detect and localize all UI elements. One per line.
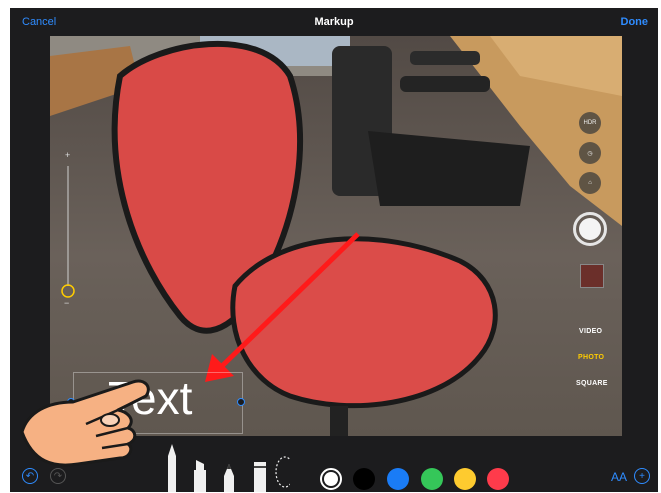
color-swatch-white[interactable] bbox=[320, 468, 342, 490]
add-icon[interactable]: + bbox=[634, 468, 650, 484]
color-swatch-blue[interactable] bbox=[387, 468, 409, 490]
color-swatch-red[interactable] bbox=[487, 468, 509, 490]
done-button[interactable]: Done bbox=[621, 16, 649, 28]
marker-icon[interactable] bbox=[194, 460, 206, 492]
zoom-plus[interactable]: + bbox=[65, 150, 70, 160]
pointing-hand-icon bbox=[20, 379, 150, 467]
zoom-minus[interactable]: − bbox=[64, 298, 69, 308]
pencil-icon[interactable] bbox=[224, 464, 234, 492]
pen-icon[interactable] bbox=[168, 444, 176, 492]
eraser-icon[interactable] bbox=[254, 462, 266, 492]
text-size-button[interactable]: AA bbox=[611, 470, 627, 484]
mode-photo[interactable]: PHOTO bbox=[578, 354, 604, 361]
color-swatch-yellow[interactable] bbox=[454, 468, 476, 490]
nav-bar: Cancel Markup Done bbox=[10, 8, 658, 36]
color-swatch-green[interactable] bbox=[421, 468, 443, 490]
mode-video[interactable]: VIDEO bbox=[579, 328, 602, 335]
hdr-button[interactable]: HDR bbox=[579, 112, 601, 134]
mode-square[interactable]: SQUARE bbox=[576, 380, 608, 387]
lasso-icon[interactable] bbox=[275, 456, 290, 488]
page-title: Markup bbox=[314, 16, 354, 28]
camera-switch-icon[interactable]: ⌂ bbox=[579, 172, 601, 194]
hdr-label: HDR bbox=[583, 120, 597, 126]
color-swatch-black[interactable] bbox=[353, 468, 375, 490]
timer-icon[interactable]: ◷ bbox=[579, 142, 601, 164]
drawing-tools bbox=[168, 444, 290, 492]
resize-handle-right[interactable] bbox=[237, 398, 245, 406]
last-photo-thumbnail[interactable] bbox=[580, 264, 604, 288]
shutter-button[interactable] bbox=[573, 212, 607, 246]
